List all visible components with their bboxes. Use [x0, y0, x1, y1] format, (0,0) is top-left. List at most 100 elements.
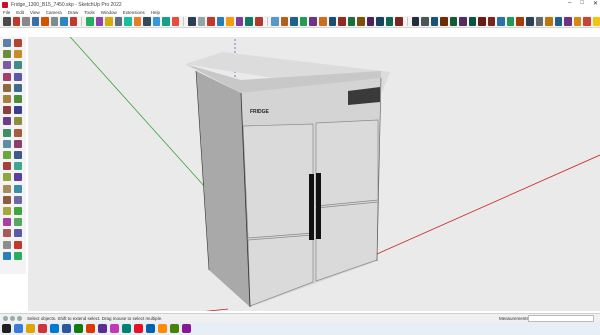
tool-palette-icon[interactable] [14, 106, 22, 115]
toolbar-tool-icon[interactable] [95, 17, 104, 26]
taskbar-app-icon[interactable] [158, 324, 167, 333]
toolbar-tool-icon[interactable] [385, 17, 394, 26]
tool-palette-icon[interactable] [14, 151, 22, 159]
tool-palette-icon[interactable] [14, 184, 22, 193]
tool-palette-icon[interactable] [3, 61, 11, 70]
toolbar-tool-icon[interactable] [338, 17, 346, 26]
taskbar-app-icon[interactable] [62, 324, 71, 333]
toolbar-tool-icon[interactable] [143, 17, 151, 26]
taskbar-app-icon[interactable] [146, 324, 155, 333]
menu-window[interactable]: Window [101, 10, 117, 15]
toolbar-tool-icon[interactable] [440, 17, 448, 26]
menu-tools[interactable]: Tools [84, 10, 95, 15]
modeling-viewport[interactable]: FRIDGE [28, 37, 600, 311]
tool-palette-icon[interactable] [3, 251, 11, 260]
menu-edit[interactable]: Edit [16, 10, 24, 15]
maximize-button[interactable]: □ [580, 0, 584, 7]
toolbar-tool-icon[interactable] [506, 17, 515, 26]
menu-camera[interactable]: Camera [46, 10, 62, 15]
taskbar-app-icon[interactable] [110, 324, 119, 333]
toolbar-tool-icon[interactable] [478, 17, 486, 26]
tool-palette-icon[interactable] [14, 173, 22, 182]
toolbar-tool-icon[interactable] [487, 17, 496, 26]
taskbar-app-icon[interactable] [98, 324, 107, 333]
toolbar-tool-icon[interactable] [459, 17, 467, 26]
tool-palette-icon[interactable] [3, 128, 11, 137]
tool-palette-icon[interactable] [3, 95, 11, 103]
taskbar-app-icon[interactable] [38, 324, 47, 333]
tool-palette-icon[interactable] [3, 162, 11, 171]
toolbar-tool-icon[interactable] [152, 17, 161, 26]
minimize-button[interactable]: – [568, 0, 571, 7]
toolbar-tool-icon[interactable] [554, 17, 563, 26]
toolbar-tool-icon[interactable] [366, 17, 375, 26]
toolbar-tool-icon[interactable] [290, 17, 298, 26]
toolbar-tool-icon[interactable] [86, 17, 94, 26]
toolbar-tool-icon[interactable] [31, 17, 40, 26]
fridge-handle-left[interactable] [309, 174, 314, 240]
toolbar-tool-icon[interactable] [395, 17, 403, 26]
taskbar-app-icon[interactable] [74, 324, 83, 333]
tool-palette-icon[interactable] [3, 173, 11, 182]
toolbar-tool-icon[interactable] [271, 17, 279, 26]
tool-palette-icon[interactable] [14, 251, 22, 260]
tool-palette-icon[interactable] [14, 61, 22, 70]
tool-palette-icon[interactable] [3, 240, 11, 249]
taskbar-app-icon[interactable] [26, 324, 35, 333]
menu-file[interactable]: File [3, 10, 10, 15]
toolbar-tool-icon[interactable] [357, 17, 365, 26]
menu-help[interactable]: Help [151, 10, 160, 15]
tool-palette-icon[interactable] [3, 50, 11, 59]
toolbar-tool-icon[interactable] [468, 17, 477, 26]
taskbar-app-icon[interactable] [134, 324, 143, 333]
taskbar-app-icon[interactable] [14, 324, 23, 333]
toolbar-tool-icon[interactable] [430, 17, 439, 26]
tool-palette-icon[interactable] [14, 229, 22, 238]
fridge-door-upper-right[interactable] [315, 119, 379, 207]
toolbar-tool-icon[interactable] [309, 17, 317, 26]
toolbar-tool-icon[interactable] [41, 17, 49, 26]
tool-palette-icon[interactable] [3, 207, 11, 215]
menu-extensions[interactable]: Extensions [123, 10, 145, 15]
tool-palette-icon[interactable] [14, 207, 22, 215]
tool-palette-icon[interactable] [14, 162, 22, 171]
toolbar-tool-icon[interactable] [497, 17, 505, 26]
toolbar-tool-icon[interactable] [299, 17, 308, 26]
toolbar-tool-icon[interactable] [22, 17, 30, 26]
tool-palette-icon[interactable] [3, 72, 11, 81]
toolbar-tool-icon[interactable] [280, 17, 289, 26]
toolbar-tool-icon[interactable] [216, 17, 225, 26]
toolbar-tool-icon[interactable] [535, 17, 544, 26]
toolbar-tool-icon[interactable] [328, 17, 337, 26]
toolbar-tool-icon[interactable] [50, 17, 59, 26]
toolbar-tool-icon[interactable] [347, 17, 356, 26]
toolbar-tool-icon[interactable] [197, 17, 206, 26]
close-button[interactable]: ✕ [593, 0, 598, 7]
tool-palette-icon[interactable] [3, 83, 11, 92]
menu-draw[interactable]: Draw [68, 10, 79, 15]
toolbar-tool-icon[interactable] [516, 17, 524, 26]
toolbar-tool-icon[interactable] [583, 17, 591, 26]
taskbar-app-icon[interactable] [182, 324, 191, 333]
credits-icon[interactable] [10, 315, 15, 321]
menu-view[interactable]: View [30, 10, 40, 15]
toolbar-tool-icon[interactable] [60, 17, 68, 26]
tool-palette-icon[interactable] [14, 72, 22, 81]
tool-palette-icon[interactable] [3, 229, 11, 238]
taskbar-app-icon[interactable] [170, 324, 179, 333]
tool-palette-icon[interactable] [14, 83, 22, 92]
toolbar-tool-icon[interactable] [319, 17, 327, 26]
toolbar-tool-icon[interactable] [226, 17, 234, 26]
toolbar-tool-icon[interactable] [592, 17, 600, 26]
toolbar-tool-icon[interactable] [376, 17, 384, 26]
taskbar-app-icon[interactable] [86, 324, 95, 333]
toolbar-tool-icon[interactable] [564, 17, 572, 26]
tool-palette-icon[interactable] [3, 139, 11, 148]
tool-palette-icon[interactable] [14, 95, 22, 103]
tool-palette-icon[interactable] [3, 184, 11, 193]
tool-palette-icon[interactable] [14, 195, 22, 204]
toolbar-tool-icon[interactable] [114, 17, 123, 26]
toolbar-tool-icon[interactable] [573, 17, 582, 26]
tool-palette-icon[interactable] [3, 106, 11, 115]
fridge-handle-right[interactable] [316, 173, 321, 239]
